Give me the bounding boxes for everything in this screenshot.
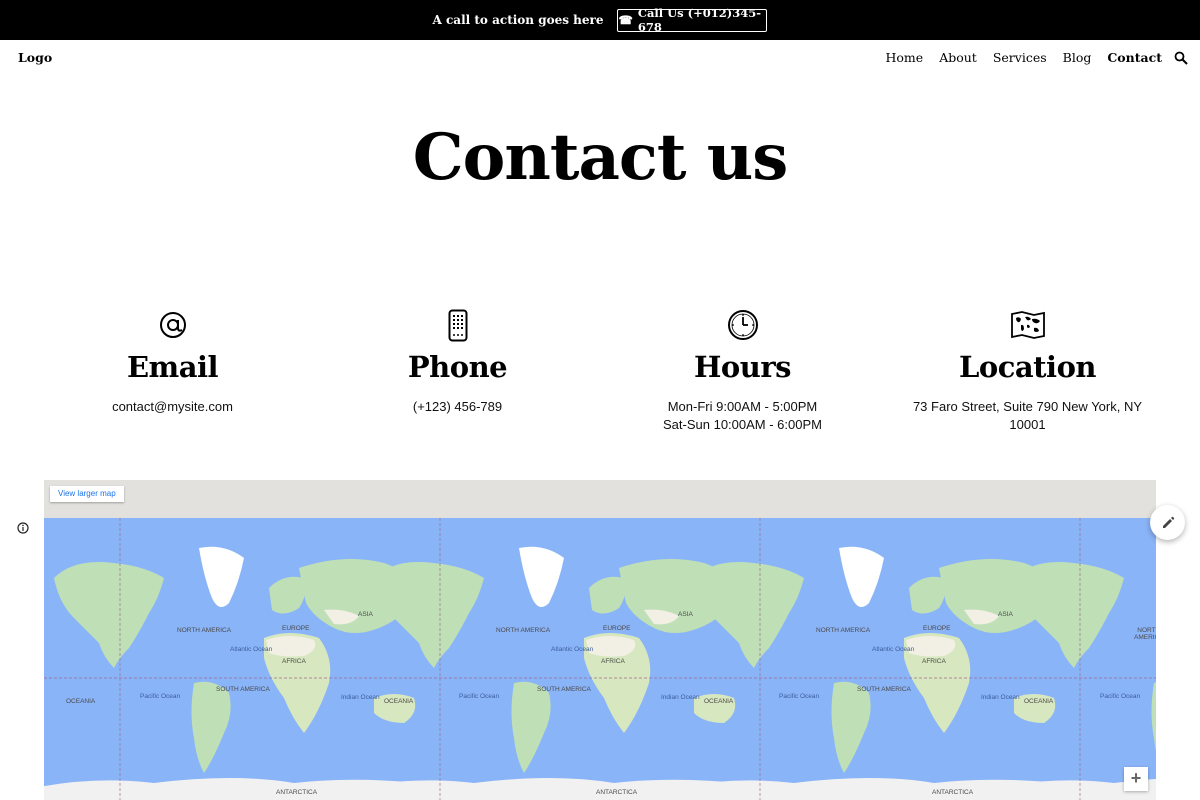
contact-info-cards: Email contact@mysite.com Phone (+123) 45… [30,308,1170,434]
map-label-europe: EUROPE [923,625,951,632]
hours-value: Mon-Fri 9:00AM - 5:00PM Sat-Sun 10:00AM … [600,398,885,434]
site-header: Logo Home About Services Blog Contact [0,40,1200,76]
map-label-oceania: OCEANIA [1024,698,1054,705]
map-label-indian: Indian Ocean [981,694,1020,701]
map-label-pacific: Pacific Ocean [140,693,181,700]
hours-weekday: Mon-Fri 9:00AM - 5:00PM [667,399,818,414]
map-label-africa: AFRICA [282,658,306,665]
map-zoom-in-button[interactable]: + [1124,767,1148,791]
map-label-atlantic: Atlantic Ocean [872,646,915,653]
map-top-band [44,480,1156,518]
location-value[interactable]: 73 Faro Street, Suite 790 New York, NY 1… [885,398,1170,434]
page-title: Contact us [412,120,789,195]
map-label-antarctica: ANTARCTICA [276,789,318,796]
edit-button[interactable] [1150,505,1185,540]
nav-item-blog[interactable]: Blog [1063,50,1092,65]
announcement-bar: A call to action goes here ☎ Call Us (+0… [0,0,1200,40]
map-label-antarctica: ANTARCTICA [932,789,974,796]
site-logo[interactable]: Logo [18,50,52,65]
map-label-pacific: Pacific Ocean [779,693,820,700]
map-label-atlantic: Atlantic Ocean [230,646,273,653]
phone-value[interactable]: (+123) 456-789 [315,398,600,416]
map-label-africa: AFRICA [922,658,946,665]
search-icon[interactable] [1174,51,1188,65]
cta-text: A call to action goes here [432,13,604,27]
main-nav: Home About Services Blog Contact [886,50,1163,65]
map-label-europe: EUROPE [603,625,631,632]
hours-card: Hours Mon-Fri 9:00AM - 5:00PM Sat-Sun 10… [600,308,885,434]
world-map-tiles[interactable] [44,518,1156,800]
map-label-south-america: SOUTH AMERICA [537,686,591,693]
location-card: Location 73 Faro Street, Suite 790 New Y… [885,308,1170,434]
map-label-oceania: OCEANIA [704,698,734,705]
location-label: Location [958,350,1097,384]
map-label-pacific: Pacific Ocean [459,693,500,700]
map-label-north-america: NORTH AMERICA [1134,627,1156,641]
map-label-atlantic: Atlantic Ocean [551,646,594,653]
clock-icon [727,310,758,340]
map-label-asia: ASIA [358,611,373,618]
map-label-indian: Indian Ocean [341,694,380,701]
view-larger-map-link[interactable]: View larger map [50,486,124,502]
at-sign-icon [159,312,186,338]
map-label-indian: Indian Ocean [661,694,700,701]
map-label-north-america: NORTH AMERICA [496,627,551,634]
nav-item-home[interactable]: Home [886,50,924,65]
email-label: Email [126,350,219,384]
map-label-oceania: OCEANIA [384,698,414,705]
pencil-icon [1162,516,1174,528]
embedded-map[interactable]: View larger map NORTH AMERICA EUROPE ASI… [44,480,1156,800]
nav-item-about[interactable]: About [939,50,977,65]
call-us-label: Call Us (+012)345-678 [637,6,761,34]
email-value[interactable]: contact@mysite.com [30,398,315,416]
map-label-pacific: Pacific Ocean [1100,693,1141,700]
email-card: Email contact@mysite.com [30,308,315,434]
world-map-icon [1010,311,1045,339]
hours-label: Hours [694,350,791,384]
phone-card: Phone (+123) 456-789 [315,308,600,434]
nav-item-services[interactable]: Services [993,50,1047,65]
info-icon[interactable] [17,522,29,534]
hours-weekend: Sat-Sun 10:00AM - 6:00PM [663,417,822,432]
map-label-asia: ASIA [678,611,693,618]
map-label-oceania: OCEANIA [66,698,96,705]
nav-item-contact[interactable]: Contact [1107,50,1162,65]
phone-icon: ☎ [618,13,633,27]
map-label-antarctica: ANTARCTICA [596,789,638,796]
map-label-europe: EUROPE [282,625,310,632]
map-label-north-america: NORTH AMERICA [816,627,871,634]
map-label-north-america: NORTH AMERICA [177,627,232,634]
map-label-africa: AFRICA [601,658,625,665]
map-label-south-america: SOUTH AMERICA [216,686,270,693]
phone-label: Phone [407,350,508,384]
call-us-button[interactable]: ☎ Call Us (+012)345-678 [617,6,768,34]
map-label-south-america: SOUTH AMERICA [857,686,911,693]
map-label-asia: ASIA [998,611,1013,618]
mobile-phone-icon [448,309,467,341]
